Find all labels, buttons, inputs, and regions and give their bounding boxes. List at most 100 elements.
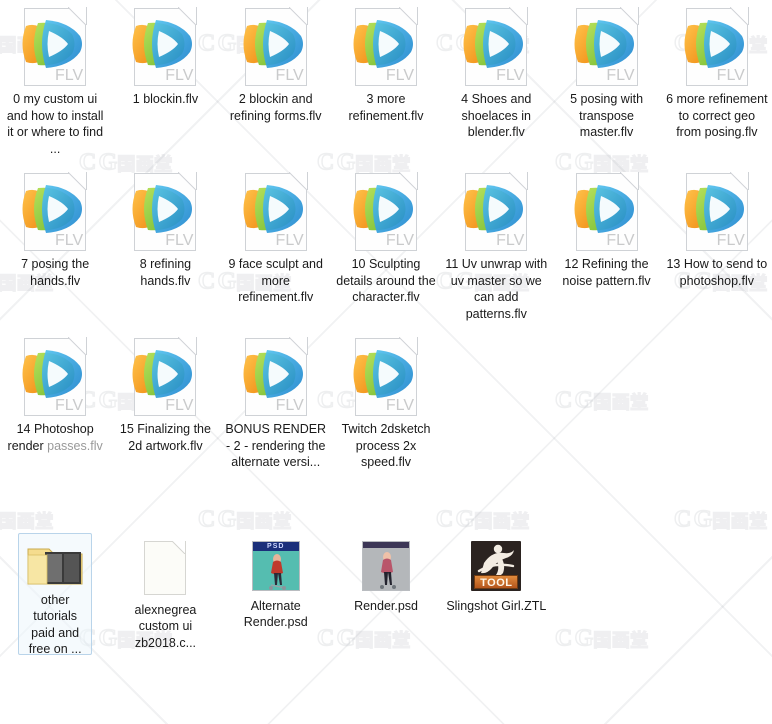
flv-play-triangle-icon	[684, 185, 744, 233]
flv-document-shape: FLV	[684, 7, 749, 86]
file-icon-grid: FLV 0 my custom ui and how to install it …	[0, 0, 772, 657]
file-label: BONUS RENDER - 2 - rendering the alterna…	[225, 422, 327, 469]
psd-extension-label: PSD	[252, 541, 299, 551]
file-item[interactable]: FLV 5 posing with transpose master.flv	[551, 0, 661, 141]
flv-video-file-icon: FLV	[237, 171, 315, 253]
ztl-tool-label: TOOL	[474, 574, 519, 589]
file-item[interactable]: PSD Alternate Render.psd	[221, 531, 331, 631]
file-label: 15 Finalizing the 2d artwork.flv	[119, 422, 211, 453]
flv-play-triangle-icon	[463, 185, 524, 233]
flv-document-shape: FLV	[353, 172, 418, 251]
photoshop-psd-thumbnail-icon: PSD	[237, 537, 315, 595]
psd-character-thumbnail	[363, 541, 410, 590]
file-item[interactable]: FLV Twitch 2dsketch process 2x speed.flv	[331, 330, 441, 471]
flv-document-shape: FLV	[353, 337, 419, 416]
file-item[interactable]: FLV 13 How to send to photoshop.flv	[662, 165, 772, 289]
flv-document-shape: FLV	[243, 337, 308, 416]
file-label: 2 blockin and refining forms.flv	[229, 92, 322, 123]
page-fold-corner	[172, 540, 187, 554]
file-item[interactable]: FLV 2 blockin and refining forms.flv	[221, 0, 331, 124]
flv-play-triangle-icon	[132, 20, 193, 68]
file-label: other tutorials paid and free on ...	[28, 592, 82, 657]
flv-document-shape: FLV	[132, 7, 198, 86]
file-label: Alternate Render.psd	[243, 598, 308, 630]
file-item[interactable]: FLV 14 Photoshop render passes.flv	[0, 330, 110, 454]
flv-play-triangle-icon	[353, 185, 413, 233]
file-item[interactable]: FLV BONUS RENDER - 2 - rendering the alte…	[221, 330, 331, 471]
file-label: 12 Refining the noise pattern.flv	[562, 257, 651, 288]
flv-video-file-icon: FLV	[16, 6, 94, 88]
flv-play-triangle-icon	[243, 20, 303, 68]
icon-row: FLV 14 Photoshop render passes.flv FLV 15 F…	[0, 330, 772, 471]
flv-play-triangle-icon	[132, 350, 193, 398]
file-label: 5 posing with transpose master.flv	[570, 92, 644, 139]
file-item[interactable]: FLV 11 Uv unwrap with uv master so we can…	[441, 165, 551, 322]
generic-document-icon	[126, 537, 204, 599]
file-item[interactable]: TOOL Slingshot Girl.ZTL	[441, 531, 551, 615]
flv-play-triangle-icon	[22, 20, 83, 68]
flv-video-file-icon: FLV	[347, 171, 425, 253]
file-label: 3 more refinement.flv	[348, 92, 424, 123]
flv-video-file-icon: FLV	[126, 6, 204, 88]
flv-document-shape: FLV	[22, 7, 88, 86]
flv-document-shape: FLV	[243, 172, 308, 251]
flv-play-triangle-icon	[574, 185, 634, 233]
flv-video-file-icon: FLV	[347, 336, 425, 418]
flv-play-triangle-icon	[574, 20, 634, 68]
flv-video-file-icon: FLV	[347, 6, 425, 88]
flv-play-triangle-icon	[353, 350, 414, 398]
file-item[interactable]: FLV 15 Finalizing the 2d artwork.flv	[110, 330, 220, 454]
file-item[interactable]: FLV 4 Shoes and shoelaces in blender.flv	[441, 0, 551, 141]
flv-document-shape: FLV	[132, 337, 198, 416]
flv-document-shape: FLV	[132, 172, 198, 251]
icon-row: FLV 7 posing the hands.flv FLV 8 refining h…	[0, 165, 772, 322]
label-dim-tail: passes.flv	[47, 438, 103, 453]
file-label: 10 Sculpting details around the characte…	[336, 257, 436, 304]
flv-video-file-icon: FLV	[678, 171, 756, 253]
photoshop-psd-thumbnail-icon	[347, 537, 425, 595]
file-item[interactable]: FLV 0 my custom ui and how to install it …	[0, 0, 110, 157]
file-label: 0 my custom ui and how to install it or …	[6, 92, 104, 156]
file-item[interactable]: FLV 8 refining hands.flv	[110, 165, 220, 289]
file-label: 11 Uv unwrap with uv master so we can ad…	[445, 257, 548, 321]
flv-document-shape: FLV	[353, 7, 418, 86]
flv-video-file-icon: FLV	[237, 336, 315, 418]
file-item[interactable]: FLV 6 more refinement to correct geo from…	[662, 0, 772, 141]
file-label: 6 more refinement to correct geo from po…	[666, 92, 768, 139]
flv-play-triangle-icon	[684, 20, 744, 68]
flv-video-file-icon: FLV	[568, 171, 646, 253]
file-item[interactable]: FLV 9 face sculpt and more refinement.flv	[221, 165, 331, 306]
file-item[interactable]: FLV 7 posing the hands.flv	[0, 165, 110, 289]
file-item[interactable]: FLV 3 more refinement.flv	[331, 0, 441, 124]
flv-document-shape: FLV	[684, 172, 749, 251]
folder-icon	[25, 539, 85, 589]
flv-document-shape: FLV	[243, 7, 308, 86]
flv-video-file-icon: FLV	[568, 6, 646, 88]
flv-play-triangle-icon	[463, 20, 524, 68]
zbrush-ztl-tool-icon: TOOL	[457, 537, 535, 595]
flv-video-file-icon: FLV	[126, 336, 204, 418]
file-label: 13 How to send to photoshop.flv	[666, 257, 768, 288]
file-label: 14 Photoshop render passes.flv	[3, 421, 107, 454]
file-item[interactable]: Render.psd	[331, 531, 441, 615]
flv-document-shape: FLV	[463, 172, 529, 251]
flv-video-file-icon: FLV	[16, 336, 94, 418]
flv-document-shape: FLV	[463, 7, 529, 86]
file-item[interactable]: other tutorials paid and free on ...	[0, 531, 110, 657]
flv-video-file-icon: FLV	[16, 171, 94, 253]
file-label: alexnegrea custom ui zb2018.c...	[134, 602, 197, 650]
flv-video-file-icon: FLV	[237, 6, 315, 88]
file-item[interactable]: alexnegrea custom ui zb2018.c...	[110, 531, 220, 652]
file-label: Render.psd	[354, 598, 418, 613]
file-label: 4 Shoes and shoelaces in blender.flv	[461, 92, 532, 139]
file-item[interactable]: FLV 12 Refining the noise pattern.flv	[551, 165, 661, 289]
folder-item-selected[interactable]: other tutorials paid and free on ...	[18, 532, 93, 657]
file-item[interactable]: FLV 10 Sculpting details around the chara…	[331, 165, 441, 306]
file-label: 9 face sculpt and more refinement.flv	[228, 257, 323, 304]
flv-video-file-icon: FLV	[678, 6, 756, 88]
file-label: Slingshot Girl.ZTL	[446, 598, 547, 613]
icon-row: other tutorials paid and free on ... alex…	[0, 531, 772, 657]
flv-play-triangle-icon	[132, 185, 193, 233]
flv-play-triangle-icon	[243, 350, 303, 398]
file-item[interactable]: FLV 1 blockin.flv	[110, 0, 220, 108]
